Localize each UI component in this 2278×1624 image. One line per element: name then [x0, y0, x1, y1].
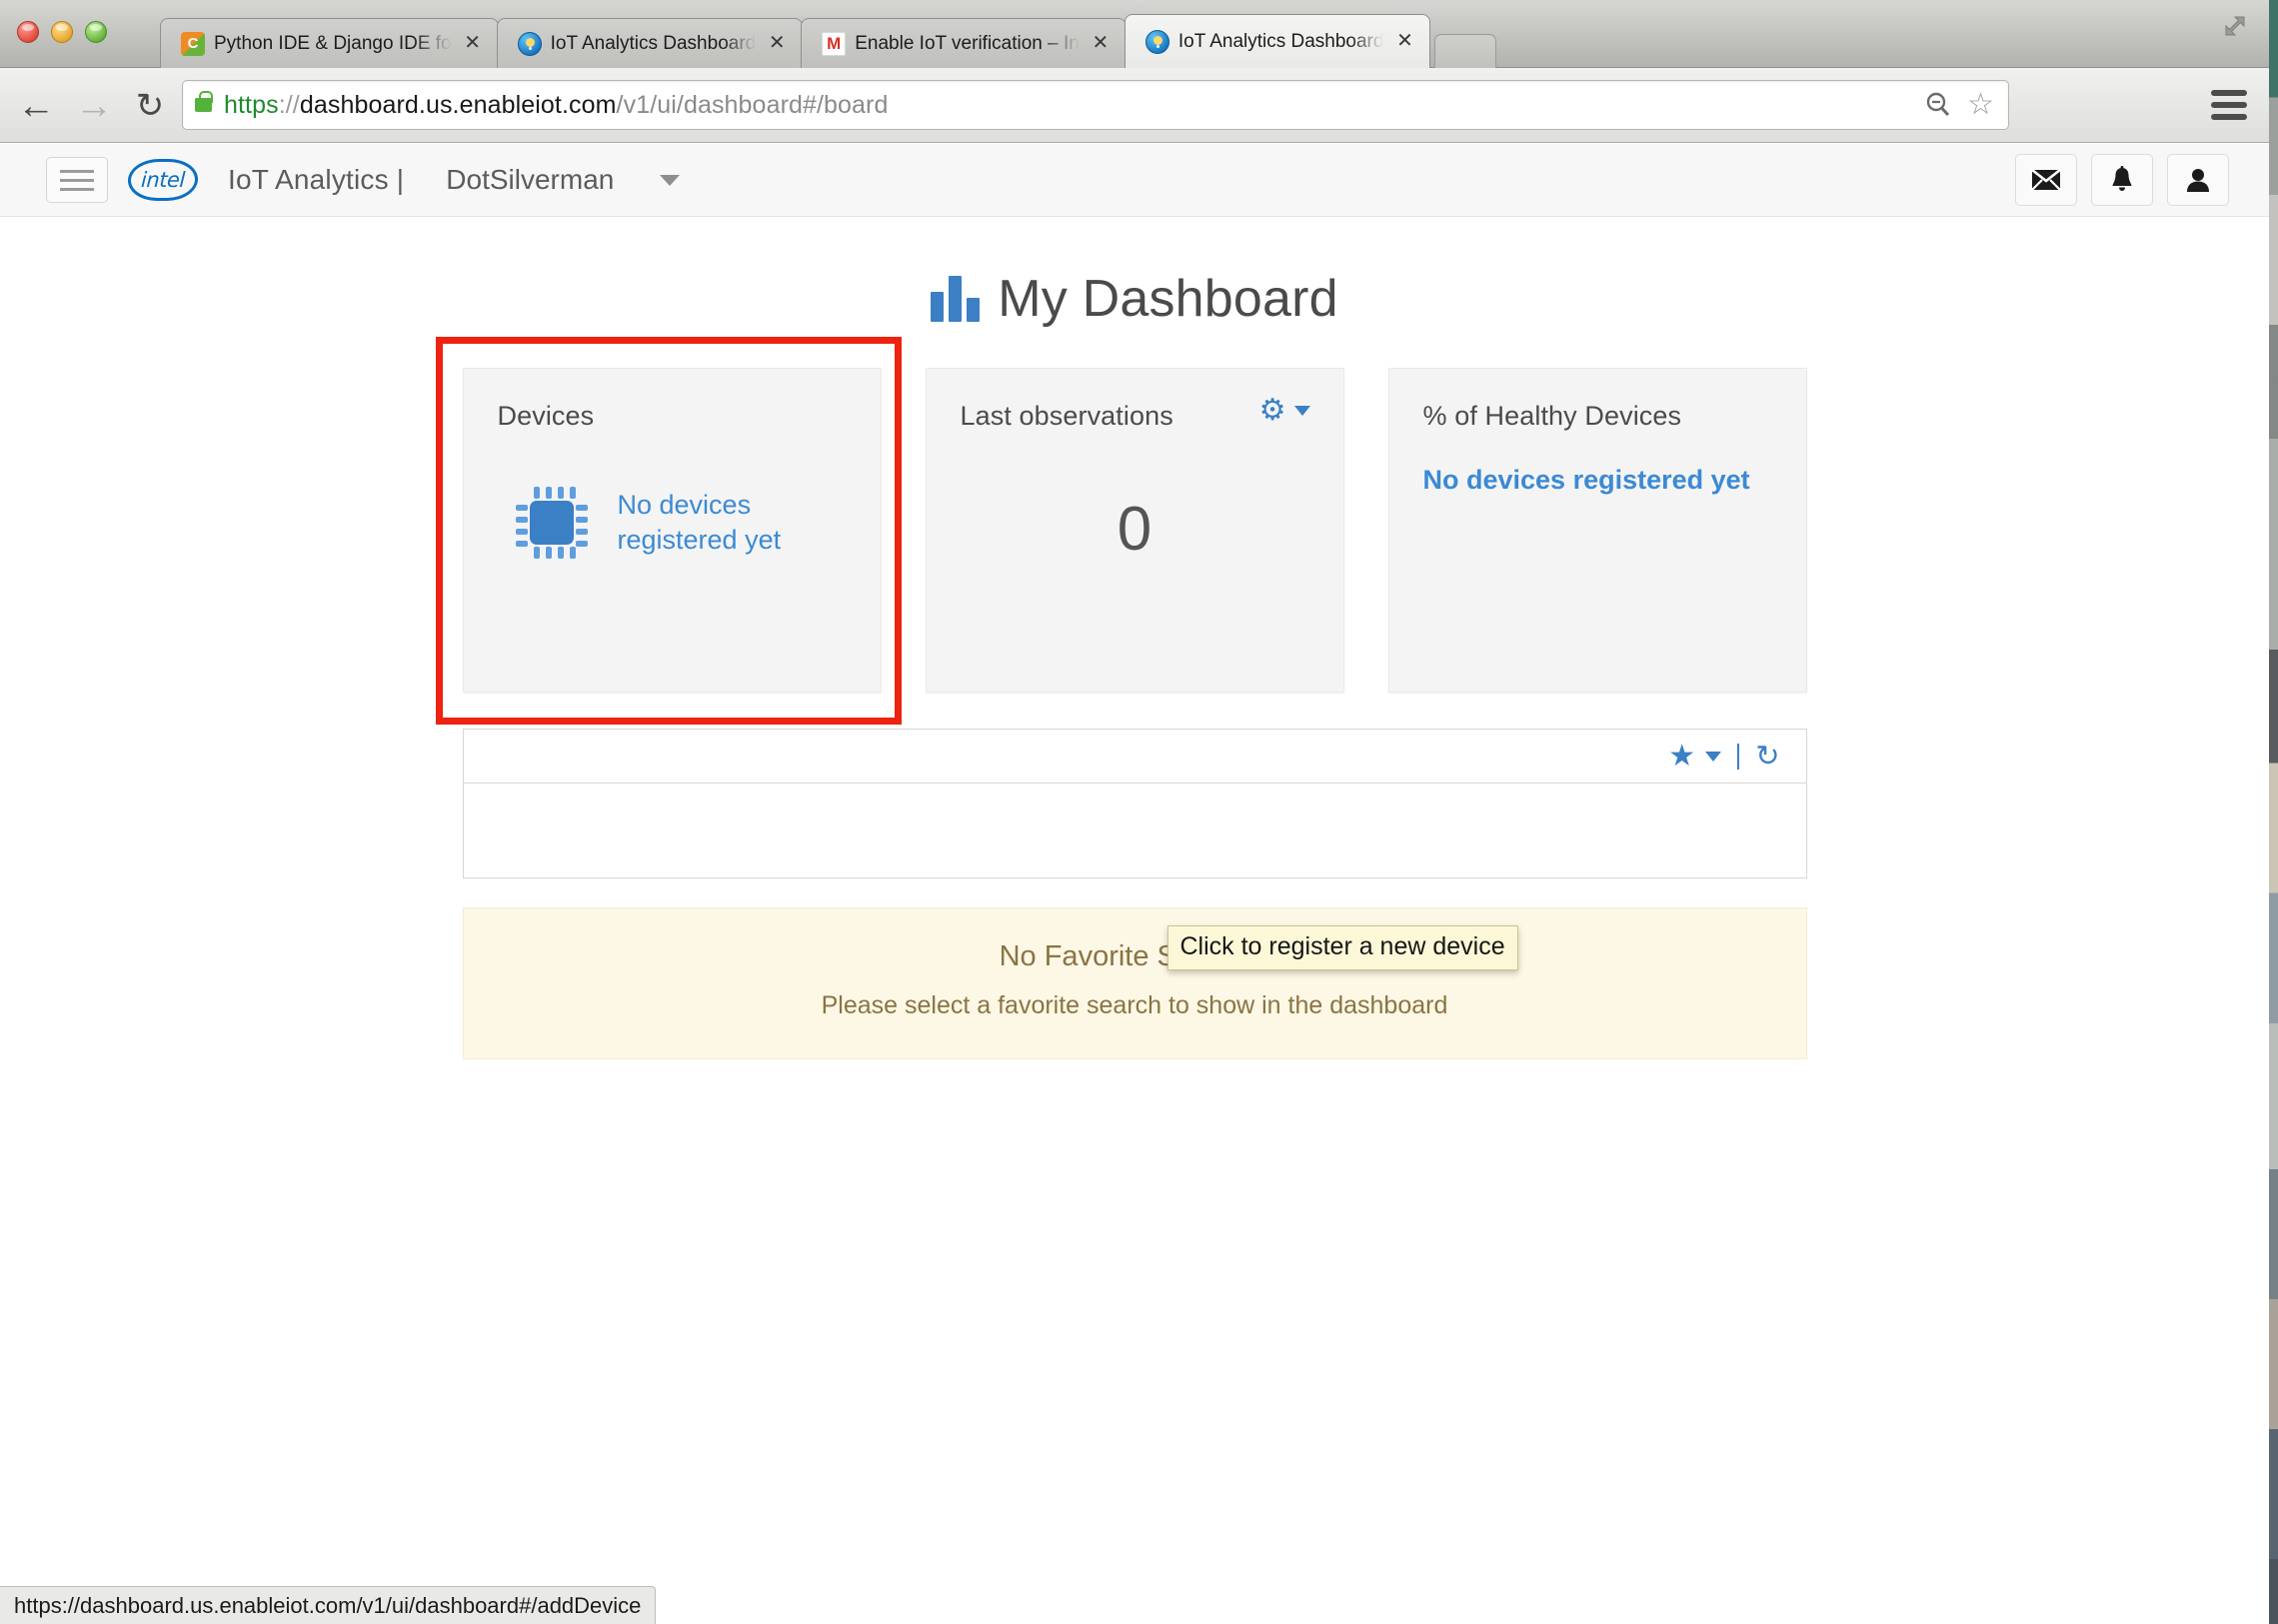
intel-logo: intel: [126, 159, 200, 201]
register-device-tooltip: Click to register a new device: [1166, 925, 1518, 970]
healthy-devices-card: % of Healthy Devices No devices register…: [1387, 368, 1807, 693]
new-tab-button[interactable]: [1434, 34, 1497, 68]
tab-title: IoT Analytics Dashboard: [1177, 30, 1384, 52]
url-text: https://dashboard.us.enableiot.com/v1/ui…: [224, 91, 889, 120]
toolbar-divider: [1737, 743, 1740, 770]
page-title-text: My Dashboard: [998, 270, 1338, 328]
navbar-actions: [2015, 154, 2229, 206]
tab-title: Enable IoT verification – In: [855, 32, 1080, 54]
bell-icon[interactable]: [2091, 154, 2153, 206]
tab-close-icon[interactable]: ✕: [462, 33, 484, 55]
chevron-down-icon[interactable]: [1705, 751, 1722, 762]
browser-tab-1[interactable]: Python IDE & Django IDE fo ✕: [160, 18, 499, 68]
star-outline-icon[interactable]: ☆: [1967, 90, 1994, 120]
envelope-icon[interactable]: [2015, 154, 2077, 206]
alert-title: No Favorite Selected: [999, 940, 1270, 972]
no-favorite-alert: No Favorite Selected Please select a fav…: [462, 907, 1807, 1059]
back-button[interactable]: ←: [14, 84, 58, 128]
hamburger-menu-icon[interactable]: [2211, 90, 2247, 120]
favorite-search-toolbar: ★ ↻: [463, 730, 1806, 784]
devices-card-body[interactable]: No devices registered yet: [515, 487, 782, 559]
window-close-button[interactable]: [17, 21, 39, 43]
browser-tab-3[interactable]: Enable IoT verification – In ✕: [801, 18, 1127, 68]
tab-close-icon[interactable]: ✕: [1393, 31, 1415, 53]
url-separator: ://: [278, 90, 300, 119]
tab-title: Python IDE & Django IDE fo: [214, 32, 452, 54]
devices-empty-message[interactable]: No devices registered yet: [618, 488, 782, 557]
tab-list: Python IDE & Django IDE fo ✕ IoT Analyti…: [160, 14, 1497, 68]
url-host: dashboard.us.enableiot.com: [299, 90, 617, 119]
reload-button[interactable]: ↻: [128, 84, 172, 128]
status-bar: https://dashboard.us.enableiot.com/v1/ui…: [0, 1586, 657, 1624]
window-maximize-button[interactable]: [85, 21, 107, 43]
browser-tab-4-active[interactable]: IoT Analytics Dashboard ✕: [1124, 14, 1431, 68]
bar-chart-icon: [931, 276, 981, 322]
user-icon[interactable]: [2167, 154, 2229, 206]
page-viewport: intel IoT Analytics | DotSilverman My Da…: [0, 144, 2269, 1624]
last-observations-value: 0: [1117, 495, 1152, 564]
zoom-out-icon[interactable]: [1923, 90, 1953, 120]
chevron-down-icon[interactable]: [660, 174, 681, 186]
forward-button[interactable]: →: [72, 84, 116, 128]
tab-close-icon[interactable]: ✕: [1090, 33, 1112, 55]
url-scheme: https: [224, 90, 279, 119]
brand-title: IoT Analytics |: [228, 164, 405, 195]
browser-tab-2[interactable]: IoT Analytics Dashboard ✕: [496, 18, 804, 68]
last-observations-card: Last observations ⚙ 0: [925, 368, 1344, 693]
gear-icon[interactable]: ⚙: [1258, 394, 1310, 427]
tab-title: IoT Analytics Dashboard: [550, 32, 757, 54]
window-minimize-button[interactable]: [51, 21, 73, 43]
fullscreen-expand-icon[interactable]: [2221, 14, 2247, 40]
devices-card[interactable]: Devices No devices registered yet: [435, 337, 902, 725]
chevron-down-icon: [1293, 406, 1310, 416]
healthy-devices-card-title: % of Healthy Devices: [1422, 401, 1682, 431]
account-name[interactable]: DotSilverman: [446, 164, 614, 196]
devices-empty-message-line1: No devices: [617, 490, 752, 521]
healthy-devices-message: No devices registered yet: [1422, 465, 1750, 495]
star-icon[interactable]: ★: [1668, 741, 1695, 771]
address-bar[interactable]: https://dashboard.us.enableiot.com/v1/ui…: [182, 80, 2009, 130]
alert-subtitle: Please select a favorite search to show …: [821, 991, 1448, 1019]
window-controls: [17, 21, 107, 43]
gmail-favicon: [822, 31, 847, 56]
pycharm-favicon: [181, 31, 205, 56]
secure-lock-icon: [195, 91, 213, 112]
app-navbar: intel IoT Analytics | DotSilverman: [0, 144, 2269, 217]
omnibox-actions: ☆: [1923, 90, 1994, 120]
tab-close-icon[interactable]: ✕: [766, 33, 788, 55]
favorite-search-panel: ★ ↻: [462, 729, 1807, 878]
devices-card-title: Devices: [497, 401, 595, 431]
favorite-search-results: [463, 784, 1806, 877]
gear-glyph: ⚙: [1258, 394, 1286, 427]
browser-tab-strip: Python IDE & Django IDE fo ✕ IoT Analyti…: [0, 0, 2269, 68]
iot-favicon: [1144, 29, 1169, 54]
devices-empty-message-line2: registered yet: [617, 525, 782, 555]
desktop-background-sliver: [2269, 0, 2278, 1624]
chip-icon: [515, 487, 588, 559]
sidebar-toggle-icon[interactable]: [46, 157, 108, 203]
browser-window: Python IDE & Django IDE fo ✕ IoT Analyti…: [0, 0, 2278, 1624]
url-path: /v1/ui/dashboard#/board: [616, 90, 889, 119]
browser-toolbar: ← → ↻ https://dashboard.us.enableiot.com…: [0, 68, 2269, 143]
page-title: My Dashboard: [0, 269, 2269, 329]
last-observations-card-title: Last observations: [960, 401, 1173, 431]
refresh-icon[interactable]: ↻: [1755, 742, 1779, 771]
dashboard-cards: Devices No devices registered yet Last o…: [435, 337, 1807, 970]
iot-favicon: [517, 31, 542, 56]
